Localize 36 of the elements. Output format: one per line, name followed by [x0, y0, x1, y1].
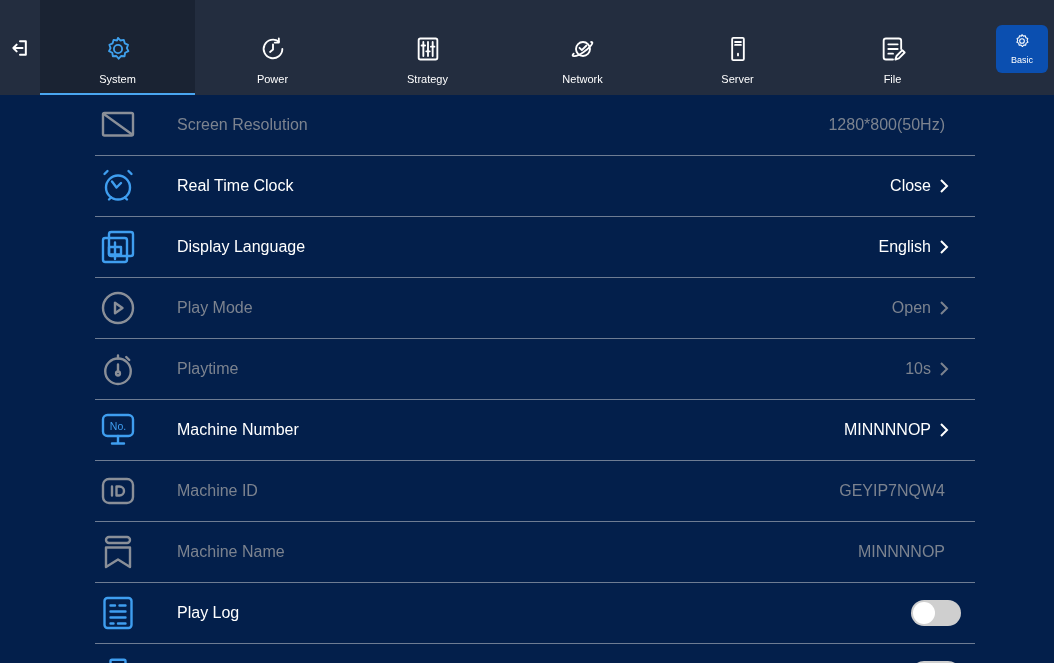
play-icon [100, 290, 136, 326]
basic-button[interactable]: Basic [996, 25, 1048, 73]
chevron-icon [939, 300, 949, 316]
alarm-clock-icon [100, 168, 136, 204]
document-icon [100, 595, 136, 631]
chevron-icon [939, 239, 949, 255]
language-icon [100, 229, 136, 265]
settings-icon [1014, 33, 1030, 49]
chevron-icon [939, 422, 949, 438]
setting-label: Play Mode [177, 299, 254, 317]
setting-label: Machine ID [177, 482, 259, 500]
setting-label: Real Time Clock [177, 177, 295, 195]
setting-value: 1280*800(50Hz) [828, 116, 945, 134]
setting-value[interactable]: MINNNNOP [843, 421, 931, 439]
tab[interactable]: File [815, 0, 970, 95]
setting-label: Play Log [177, 604, 241, 622]
chevron-icon [939, 178, 949, 194]
exit-icon [10, 37, 30, 58]
setting-label: Machine Number [177, 421, 300, 439]
setting-label: Playtime [177, 360, 240, 378]
setting-label: Display Language [177, 238, 307, 256]
setting-label: Screen Resolution [177, 116, 309, 134]
setting-value[interactable]: Close [890, 177, 931, 195]
setting-value[interactable]: English [878, 238, 931, 256]
tab[interactable]: Network [505, 0, 660, 95]
monitor-icon [101, 413, 135, 445]
tab[interactable]: Power [195, 0, 350, 95]
setting-label: Machine Name [177, 543, 286, 561]
toggle-switch[interactable] [911, 600, 961, 626]
tab[interactable]: Server [660, 0, 815, 95]
chevron-icon [939, 361, 949, 377]
tab[interactable]: Strategy [350, 0, 505, 95]
setting-value: MINNNNOP [857, 543, 945, 561]
icon-label: No. [109, 420, 127, 432]
tab[interactable]: System [40, 0, 195, 95]
setting-value: GEYIP7NQW4 [839, 482, 945, 500]
